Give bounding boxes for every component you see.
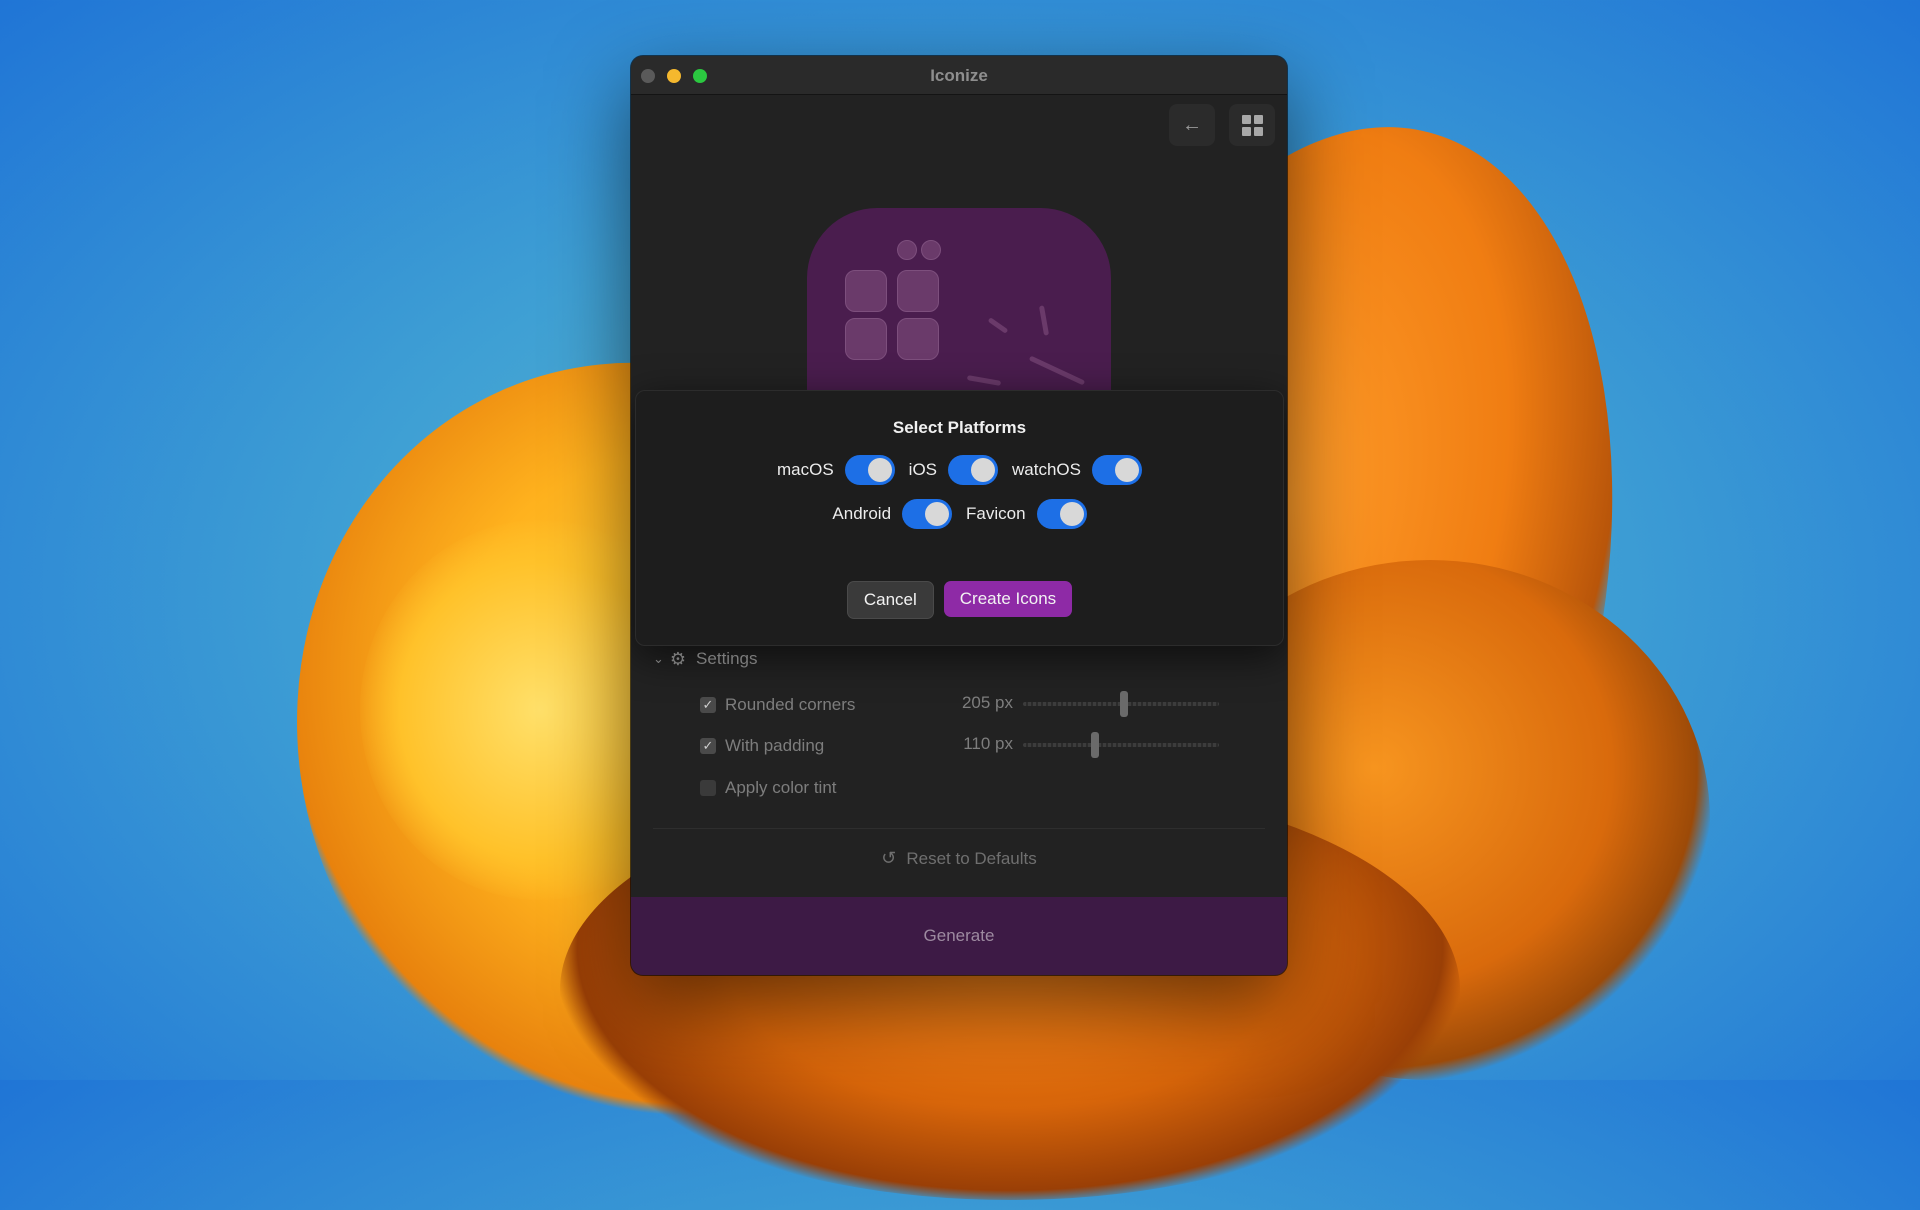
with-padding-option[interactable]: ✓ With padding [700, 734, 824, 758]
with-padding-label: With padding [725, 736, 825, 755]
platform-label: watchOS [1012, 460, 1081, 479]
ios-toggle[interactable] [948, 455, 999, 485]
settings-label: Settings [696, 649, 758, 668]
rounded-corners-checkbox[interactable]: ✓ [700, 697, 716, 713]
rounded-corners-label: Rounded corners [725, 695, 856, 714]
slider-thumb[interactable] [1120, 691, 1128, 717]
reset-label: Reset to Defaults [906, 848, 1037, 868]
settings-disclosure[interactable]: ⌄ ⚙ Settings [653, 644, 757, 674]
slider-thumb[interactable] [1091, 732, 1099, 758]
platform-macos: macOS [777, 455, 895, 485]
platform-watchos: watchOS [1012, 455, 1142, 485]
platform-android: Android [832, 499, 953, 529]
platform-label: Android [832, 504, 892, 523]
preview-square [897, 270, 939, 312]
grid-icon [1241, 114, 1263, 136]
color-tint-checkbox[interactable] [700, 780, 716, 796]
cancel-button[interactable]: Cancel [846, 581, 934, 619]
create-icons-button[interactable]: Create Icons [943, 581, 1073, 617]
divider [653, 828, 1265, 829]
with-padding-slider[interactable] [1023, 732, 1219, 758]
favicon-toggle[interactable] [1036, 499, 1087, 529]
window-title: Iconize [930, 66, 988, 85]
preview-dot [921, 240, 941, 260]
grid-view-button[interactable] [1229, 104, 1275, 146]
preview-square [897, 318, 939, 360]
platform-favicon: Favicon [966, 499, 1087, 529]
dialog-buttons: Cancel Create Icons [636, 581, 1283, 619]
preview-dot [897, 240, 917, 260]
gear-icon: ⚙ [669, 648, 687, 669]
platform-ios: iOS [908, 455, 999, 485]
preview-spark [1038, 305, 1050, 336]
platform-label: Favicon [966, 504, 1026, 523]
platform-label: iOS [908, 460, 938, 479]
preview-square [845, 318, 887, 360]
dialog-title: Select Platforms [892, 418, 1027, 437]
with-padding-value: 110 px [963, 734, 1013, 753]
arrow-left-icon: ← [1182, 113, 1202, 136]
preview-spark [987, 317, 1009, 334]
color-tint-option[interactable]: Apply color tint [700, 776, 837, 800]
app-window: Iconize ← Select Platforms macOS iOS wat… [631, 56, 1287, 975]
reset-icon: ↺ [881, 848, 897, 868]
rounded-corners-slider[interactable] [1023, 691, 1219, 717]
generate-button[interactable]: Generate [631, 897, 1287, 975]
preview-spark [966, 375, 1002, 386]
chevron-down-icon: ⌄ [653, 651, 664, 666]
rounded-corners-option[interactable]: ✓ Rounded corners [700, 693, 855, 717]
watchos-toggle[interactable] [1092, 455, 1142, 485]
select-platforms-dialog: Select Platforms macOS iOS watchOS Andro… [635, 390, 1284, 646]
android-toggle[interactable] [902, 499, 953, 529]
color-tint-label: Apply color tint [725, 778, 837, 797]
macos-toggle[interactable] [844, 455, 895, 485]
platform-row: macOS iOS watchOS [636, 455, 1283, 485]
preview-spark [1028, 355, 1086, 386]
platform-row: Android Favicon [636, 499, 1283, 529]
preview-square [845, 270, 887, 312]
rounded-corners-value: 205 px [961, 693, 1013, 712]
title-bar: Iconize [631, 56, 1287, 95]
reset-to-defaults-button[interactable]: ↺ Reset to Defaults [631, 848, 1287, 869]
platform-label: macOS [776, 460, 834, 479]
back-button[interactable]: ← [1169, 104, 1215, 146]
with-padding-checkbox[interactable]: ✓ [700, 738, 716, 754]
